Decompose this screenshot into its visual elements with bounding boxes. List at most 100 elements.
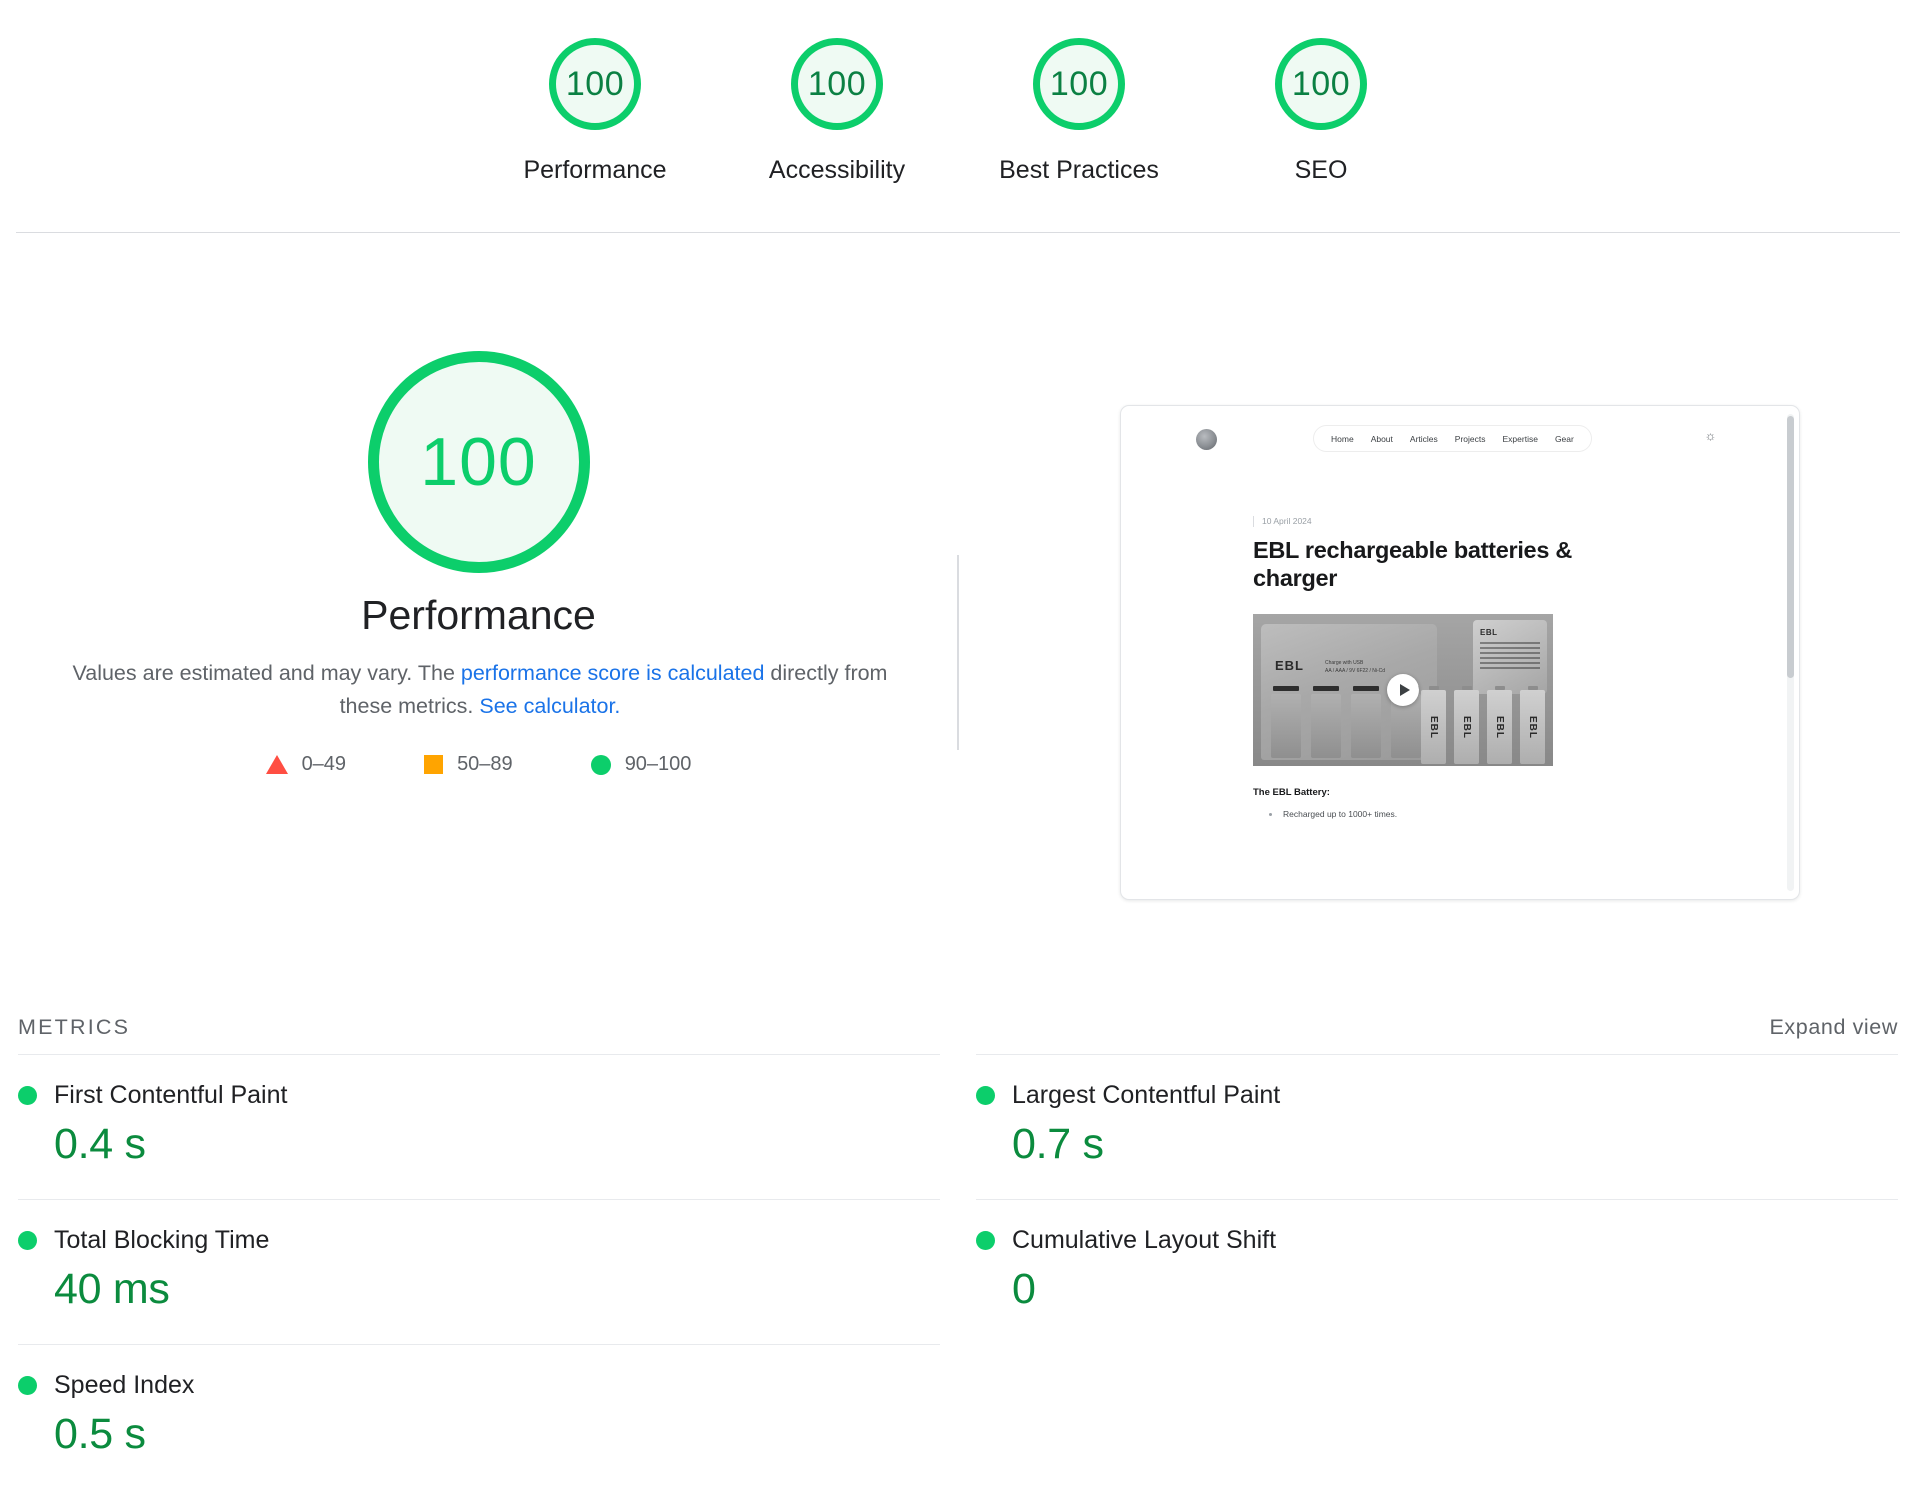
score-value: 100	[565, 65, 625, 103]
performance-score-value: 100	[420, 424, 537, 500]
category-score-seo[interactable]: 100 SEO	[1200, 38, 1442, 185]
score-legend: 0–49 50–89 90–100	[0, 753, 957, 776]
metric-name: Cumulative Layout Shift	[1012, 1226, 1277, 1254]
article-date: 10 April 2024	[1253, 516, 1312, 528]
category-score-accessibility[interactable]: 100 Accessibility	[716, 38, 958, 185]
metric-total-blocking-time[interactable]: Total Blocking Time 40 ms	[18, 1199, 940, 1344]
battery-cap	[1494, 686, 1505, 690]
battery-cell: EBL	[1520, 686, 1545, 764]
legend-range: 50–89	[457, 753, 513, 775]
performance-summary: 100 Performance Values are estimated and…	[0, 233, 957, 977]
status-pass-icon	[976, 1086, 995, 1105]
article-bullet: Recharged up to 1000+ times.	[1269, 809, 1397, 819]
nav-item-gear[interactable]: Gear	[1555, 434, 1574, 444]
score-value: 100	[807, 65, 867, 103]
play-button-icon[interactable]	[1387, 674, 1419, 706]
metric-header: Speed Index	[18, 1371, 940, 1400]
metric-value: 0.4 s	[54, 1120, 146, 1168]
circle-icon	[590, 754, 611, 775]
performance-description: Values are estimated and may vary. The p…	[60, 657, 900, 722]
performance-gauge[interactable]: 100	[367, 351, 590, 573]
article-subheading: The EBL Battery:	[1253, 787, 1330, 798]
category-score-best-practices[interactable]: 100 Best Practices	[958, 38, 1200, 185]
metrics-column-left: First Contentful Paint 0.4 s Total Block…	[0, 1054, 958, 1489]
nav-item-projects[interactable]: Projects	[1455, 434, 1486, 444]
final-screenshot-panel: Home About Articles Projects Expertise G…	[957, 233, 1916, 977]
category-label: Best Practices	[999, 156, 1159, 184]
nav-item-about[interactable]: About	[1371, 434, 1393, 444]
charger-slot	[1273, 686, 1299, 691]
charger-slot	[1313, 686, 1339, 691]
bullet-dot-icon	[1269, 812, 1272, 816]
performance-section: 100 Performance Values are estimated and…	[0, 233, 1916, 977]
metric-name: Total Blocking Time	[54, 1226, 270, 1254]
lighthouse-report: 100 Performance 100 Accessibility 100 Be…	[0, 0, 1916, 1502]
see-calculator-link[interactable]: See calculator.	[479, 694, 620, 718]
battery-label: EBL	[1428, 715, 1439, 739]
metric-value: 0.5 s	[54, 1410, 146, 1458]
score-gauge: 100	[549, 38, 641, 130]
metric-value: 0	[1012, 1265, 1036, 1313]
metric-cumulative-layout-shift[interactable]: Cumulative Layout Shift 0	[976, 1199, 1898, 1344]
metric-value: 0.7 s	[1012, 1120, 1104, 1168]
metric-name: Speed Index	[54, 1371, 195, 1399]
battery-cell: EBL	[1421, 686, 1446, 764]
metric-header: Largest Contentful Paint	[976, 1081, 1898, 1110]
nav-item-home[interactable]: Home	[1331, 434, 1354, 444]
theme-toggle-icon[interactable]: ☼	[1702, 427, 1719, 444]
charger-bay	[1351, 694, 1381, 758]
metric-speed-index[interactable]: Speed Index 0.5 s	[18, 1344, 940, 1489]
legend-range: 0–49	[301, 753, 347, 775]
page-title: Performance	[361, 592, 596, 638]
battery-cell: EBL	[1454, 686, 1479, 764]
metric-name: Largest Contentful Paint	[1012, 1081, 1281, 1109]
category-label: SEO	[1294, 156, 1348, 184]
metric-header: First Contentful Paint	[18, 1081, 940, 1110]
description-text-1: Values are estimated and may vary. The	[72, 661, 461, 685]
expand-view-toggle[interactable]: Expand view	[1769, 1015, 1898, 1040]
charger-caption-line2: AA / AAA / 9V 6F22 / Ni-Cd	[1325, 667, 1386, 674]
metric-value: 40 ms	[54, 1265, 170, 1313]
battery-label: EBL	[1461, 715, 1472, 739]
charger-logo: EBL	[1275, 658, 1304, 673]
status-pass-icon	[18, 1376, 37, 1395]
nav-item-expertise[interactable]: Expertise	[1503, 434, 1538, 444]
legend-item-pass: 90–100	[590, 753, 692, 776]
charger-bay	[1271, 694, 1301, 758]
battery-cap	[1461, 686, 1472, 690]
status-pass-icon	[976, 1231, 995, 1250]
nav-item-articles[interactable]: Articles	[1410, 434, 1438, 444]
square-icon	[424, 755, 444, 774]
scrollbar-thumb[interactable]	[1787, 416, 1794, 678]
performance-score-calculated-link[interactable]: performance score is calculated	[461, 661, 765, 685]
category-score-performance[interactable]: 100 Performance	[474, 38, 716, 185]
score-gauge: 100	[1033, 38, 1125, 130]
article-heading: EBL rechargeable batteries & charger	[1253, 537, 1572, 591]
pack-logo: EBL	[1480, 628, 1498, 637]
site-nav: Home About Articles Projects Expertise G…	[1313, 425, 1592, 452]
battery-cap	[1527, 686, 1538, 690]
metric-first-contentful-paint[interactable]: First Contentful Paint 0.4 s	[18, 1054, 940, 1199]
category-label: Performance	[523, 156, 667, 184]
page-screenshot-frame[interactable]: Home About Articles Projects Expertise G…	[1120, 405, 1800, 900]
category-scores-strip: 100 Performance 100 Accessibility 100 Be…	[0, 0, 1916, 185]
metric-largest-contentful-paint[interactable]: Largest Contentful Paint 0.7 s	[976, 1054, 1898, 1199]
legend-range: 90–100	[624, 753, 692, 775]
page-screenshot-content: Home About Articles Projects Expertise G…	[1141, 407, 1781, 899]
score-value: 100	[1049, 65, 1109, 103]
avatar	[1196, 429, 1217, 450]
status-pass-icon	[18, 1231, 37, 1250]
score-value: 100	[1291, 65, 1351, 103]
triangle-icon	[265, 755, 288, 774]
metric-header: Cumulative Layout Shift	[976, 1226, 1898, 1255]
performance-gauge-wrap: 100	[0, 351, 957, 573]
status-pass-icon	[18, 1086, 37, 1105]
pack-label-lines	[1480, 642, 1540, 672]
charger-slot	[1353, 686, 1379, 691]
score-gauge: 100	[791, 38, 883, 130]
legend-item-fail: 0–49	[265, 753, 347, 776]
product-image: EBL Charge with USB AA / AAA / 9V 6F22 /…	[1253, 614, 1553, 766]
metrics-column-right: Largest Contentful Paint 0.7 s Cumulativ…	[958, 1054, 1916, 1489]
metric-name: First Contentful Paint	[54, 1081, 288, 1109]
charger-caption-line1: Charge with USB	[1325, 660, 1364, 666]
